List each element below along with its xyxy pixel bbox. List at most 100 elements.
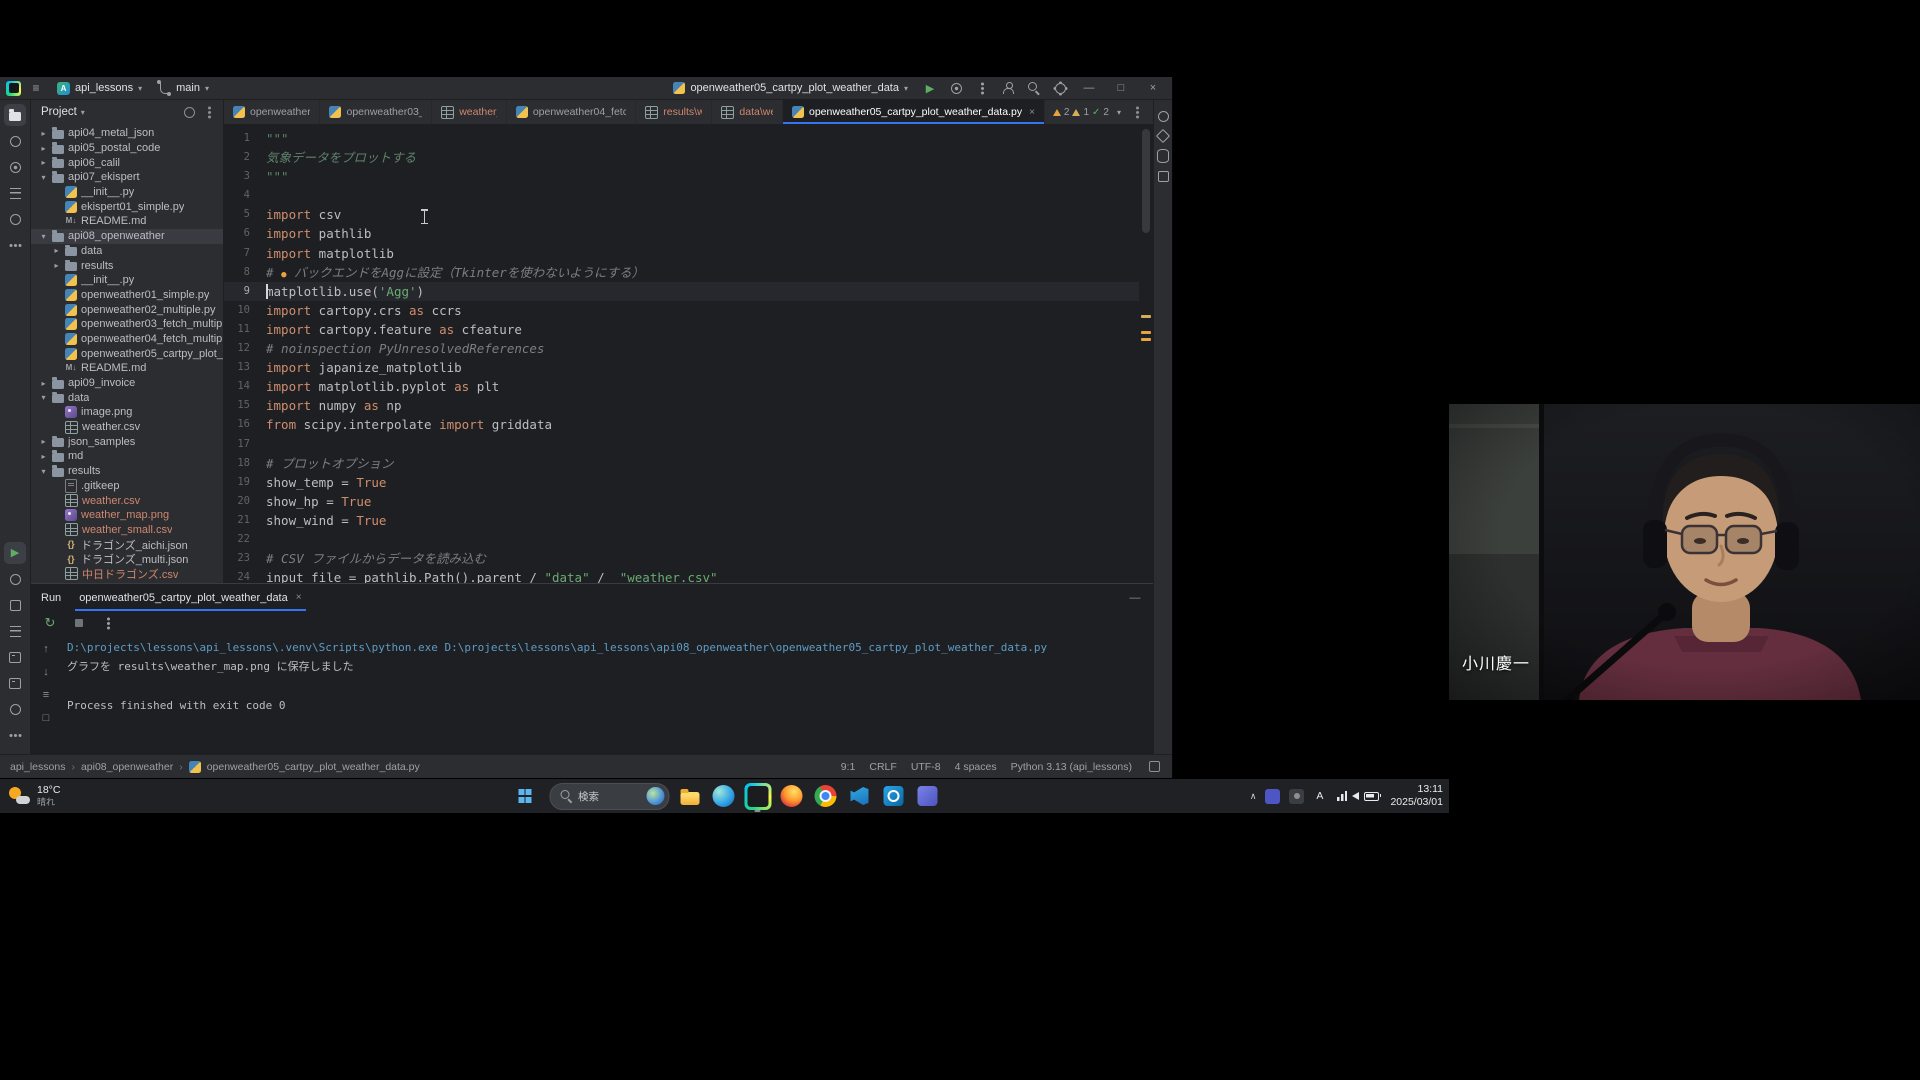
close-icon[interactable]: × [296, 592, 302, 603]
weather-widget[interactable]: 18°C 晴れ [8, 779, 60, 813]
chevron-right-icon[interactable]: ▸ [39, 129, 48, 138]
pycharm-icon[interactable] [744, 783, 771, 810]
code-with-me-icon[interactable] [998, 78, 1018, 98]
project-tree-item[interactable]: {}ドラゴンズ_multi.json [31, 552, 223, 567]
chevron-right-icon[interactable]: ▸ [39, 437, 48, 446]
chevron-right-icon[interactable]: ▸ [39, 379, 48, 388]
line-separator[interactable]: CRLF [869, 761, 896, 773]
project-tree-item[interactable]: __init__.py [31, 273, 223, 288]
documentation-icon[interactable] [1155, 168, 1171, 184]
editor-scrollbar[interactable] [1139, 125, 1153, 583]
chevron-right-icon[interactable]: ▸ [39, 452, 48, 461]
chevron-down-icon[interactable]: ▾ [81, 108, 85, 117]
code-editor[interactable]: 123456789101112131415161718192021222324 … [224, 125, 1153, 583]
status-widget-icon[interactable] [1146, 759, 1162, 775]
weak-warning-stripe-mark[interactable] [1141, 315, 1151, 318]
project-icon[interactable] [4, 104, 26, 126]
run-config-widget[interactable]: openweather05_cartpy_plot_weather_data ▾ [667, 80, 914, 96]
branch-widget[interactable]: main ▾ [154, 80, 215, 96]
project-tree-item[interactable]: openweather05_cartpy_plot_weathe [31, 346, 223, 361]
chevron-right-icon[interactable]: ▸ [52, 246, 61, 255]
project-tree-item[interactable]: M↓README.md [31, 214, 223, 229]
project-tree-item[interactable]: weather_small.csv [31, 523, 223, 538]
chevron-right-icon[interactable]: ▸ [39, 158, 48, 167]
editor-tab[interactable]: openweather02_multiple.py [224, 100, 320, 124]
warning-stripe-mark[interactable] [1141, 338, 1151, 341]
run-panel-title[interactable]: Run [41, 592, 61, 604]
minimize-button[interactable]: — [1076, 78, 1102, 98]
pull-requests-icon[interactable] [4, 156, 26, 178]
project-tree-item[interactable]: openweather03_fetch_multiple.py [31, 317, 223, 332]
file-encoding[interactable]: UTF-8 [911, 761, 941, 773]
project-tree-item[interactable]: openweather01_simple.py [31, 288, 223, 303]
chevron-down-icon[interactable]: ▾ [39, 173, 48, 182]
editor-tab[interactable]: data\weather.csv [712, 100, 783, 124]
inspections-widget[interactable]: 2 1 ✓2 [1053, 107, 1109, 118]
soft-wrap-icon[interactable]: ≡ [38, 687, 54, 703]
project-tree-item[interactable]: ▸results [31, 258, 223, 273]
commit-icon[interactable] [4, 130, 26, 152]
project-tree-item[interactable]: ▾api07_ekispert [31, 170, 223, 185]
breadcrumb-item[interactable]: openweather05_cartpy_plot_weather_data.p… [207, 761, 420, 773]
database-icon[interactable] [1155, 148, 1171, 164]
indent-style[interactable]: 4 spaces [955, 761, 997, 773]
run-button[interactable]: ▶ [920, 78, 940, 98]
hide-panel-icon[interactable]: — [1127, 590, 1143, 606]
outlook-icon[interactable] [880, 783, 907, 810]
more-tool-windows-icon[interactable] [4, 234, 26, 256]
version-control-icon[interactable] [4, 724, 26, 746]
run-icon[interactable]: ▶ [4, 542, 26, 564]
tab-options-icon[interactable] [1129, 104, 1145, 120]
project-tree-item[interactable]: weather_map.png [31, 508, 223, 523]
project-tree-item[interactable]: ▸md [31, 449, 223, 464]
close-button[interactable]: × [1140, 78, 1166, 98]
clock[interactable]: 13:11 2025/03/01 [1390, 783, 1443, 809]
python-packages-icon[interactable] [4, 620, 26, 642]
search-everywhere-icon[interactable] [1024, 78, 1044, 98]
hidden-tabs-icon[interactable]: ▾ [1117, 108, 1121, 117]
project-widget[interactable]: A api_lessons ▾ [51, 80, 148, 97]
python-console-icon[interactable] [4, 646, 26, 668]
search-box[interactable]: 検索 [549, 783, 669, 810]
firefox-icon[interactable] [778, 783, 805, 810]
chevron-down-icon[interactable]: ▾ [39, 393, 48, 402]
caret-position[interactable]: 9:1 [841, 761, 856, 773]
project-tree-item[interactable]: {}ドラゴンズ_aichi.json [31, 537, 223, 552]
run-tab[interactable]: openweather05_cartpy_plot_weather_data × [75, 584, 305, 611]
console-output[interactable]: D:\projects\lessons\api_lessons\.venv\Sc… [61, 635, 1153, 754]
scroll-down-icon[interactable]: ↓ [38, 664, 54, 680]
project-tree-item[interactable]: openweather02_multiple.py [31, 302, 223, 317]
terminal-icon[interactable] [4, 672, 26, 694]
panel-options-icon[interactable] [201, 104, 217, 120]
breadcrumb-item[interactable]: api08_openweather [81, 761, 173, 773]
stop-icon[interactable] [71, 615, 87, 631]
editor-tab[interactable]: openweather04_fetch_multiple_async.py [507, 100, 636, 124]
chevron-right-icon[interactable]: ▸ [52, 261, 61, 270]
structure-icon[interactable] [4, 182, 26, 204]
services-icon[interactable] [4, 594, 26, 616]
project-tree-item[interactable]: ▸api04_metal_json [31, 126, 223, 141]
project-tree-item[interactable]: ▸api06_calil [31, 155, 223, 170]
chrome-icon[interactable] [812, 783, 839, 810]
project-tree-item[interactable]: .gitkeep [31, 479, 223, 494]
editor-tab[interactable]: openweather03_fetch_multiple.py [320, 100, 432, 124]
camera-tray-icon[interactable] [1289, 789, 1304, 804]
rerun-icon[interactable]: ↻ [42, 615, 58, 631]
editor-tab[interactable]: weather_small.csv [432, 100, 507, 124]
scrollbar-thumb[interactable] [1142, 129, 1150, 233]
editor-tab[interactable]: openweather05_cartpy_plot_weather_data.p… [783, 100, 1045, 124]
project-tree-item[interactable]: ▸json_samples [31, 434, 223, 449]
warning-stripe-mark[interactable] [1141, 331, 1151, 334]
project-tree-item[interactable]: ▸data [31, 244, 223, 259]
edge-icon[interactable] [710, 783, 737, 810]
debug-icon[interactable] [4, 568, 26, 590]
debug-button[interactable] [946, 78, 966, 98]
teams-icon[interactable] [914, 783, 941, 810]
more-actions-icon[interactable] [972, 78, 992, 98]
main-menu-icon[interactable]: ≡ [27, 81, 45, 95]
ai-assistant-icon[interactable] [1155, 128, 1171, 144]
project-tree-item[interactable]: ekispert01_simple.py [31, 199, 223, 214]
notifications-icon[interactable] [1155, 108, 1171, 124]
editor-tab[interactable]: results\weather.csv [636, 100, 712, 124]
file-explorer-icon[interactable] [676, 783, 703, 810]
